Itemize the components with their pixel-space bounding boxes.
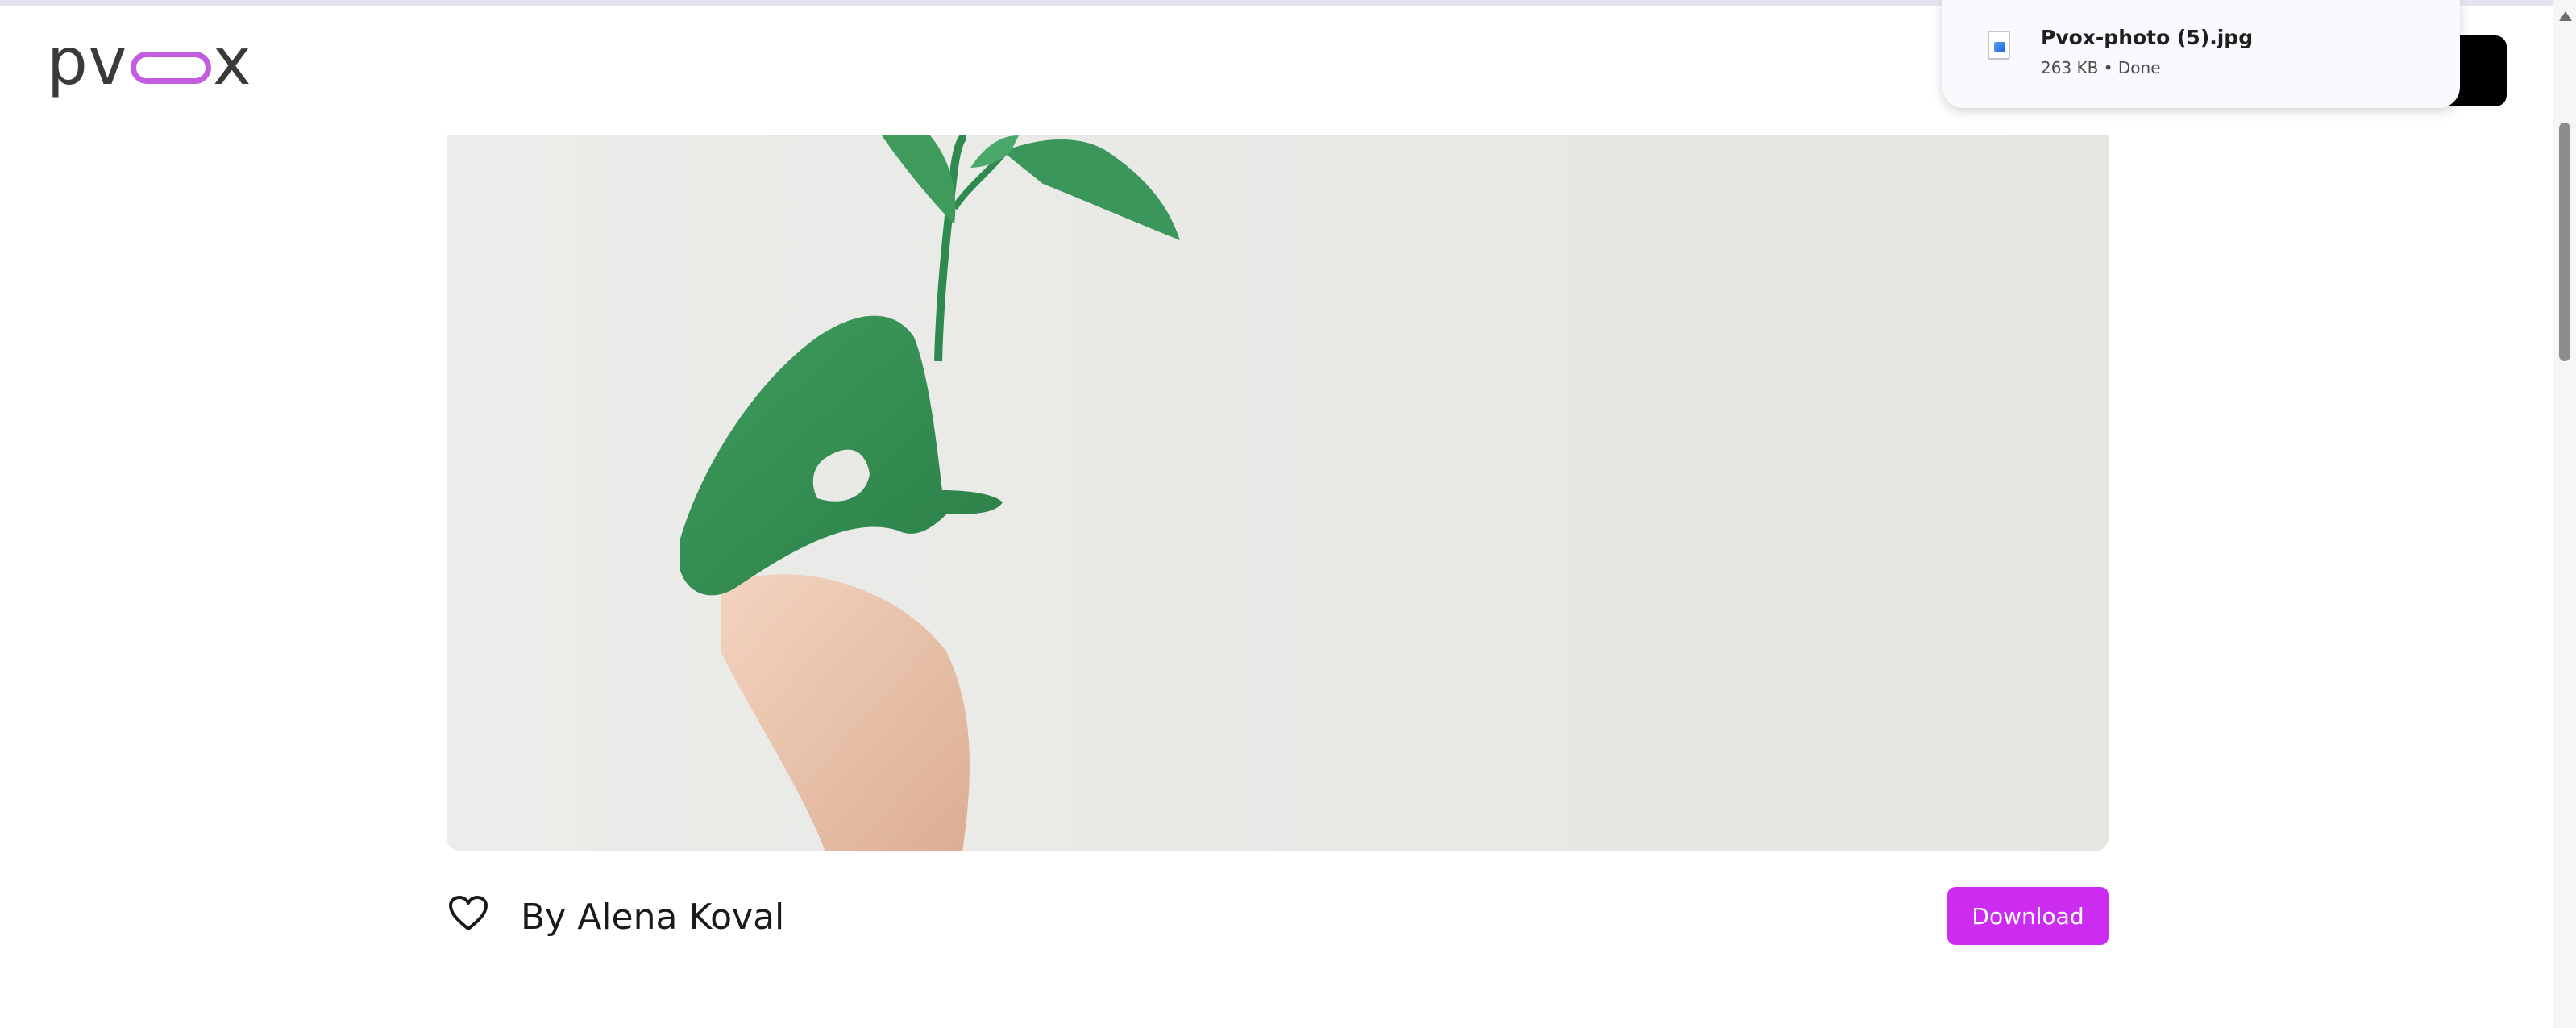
scrollbar[interactable] — [2553, 0, 2576, 1028]
author-name: By Alena Koval — [521, 897, 785, 938]
downloaded-file-name[interactable]: Pvox-photo (5).jpg — [2041, 26, 2253, 49]
logo-text-left: pv — [47, 24, 128, 99]
scroll-thumb[interactable] — [2559, 123, 2570, 361]
download-button[interactable]: Download — [1947, 887, 2109, 945]
page: pv x By Alena Koval Download Pvox-photo … — [0, 0, 2576, 1028]
photo-preview — [447, 135, 2109, 851]
download-notification[interactable]: Pvox-photo (5).jpg 263 KB • Done — [1942, 0, 2460, 108]
logo-pill-icon — [131, 52, 212, 84]
heart-icon[interactable] — [448, 895, 488, 932]
scroll-up-arrow-icon[interactable] — [2559, 11, 2572, 21]
downloaded-file-meta: 263 KB • Done — [2041, 58, 2161, 77]
image-thumb-icon — [1994, 42, 2005, 52]
pvox-logo[interactable]: pv x — [47, 26, 251, 98]
logo-text-right: x — [213, 24, 252, 99]
plant-hand-image — [447, 135, 2109, 851]
image-file-icon — [1988, 31, 2010, 60]
